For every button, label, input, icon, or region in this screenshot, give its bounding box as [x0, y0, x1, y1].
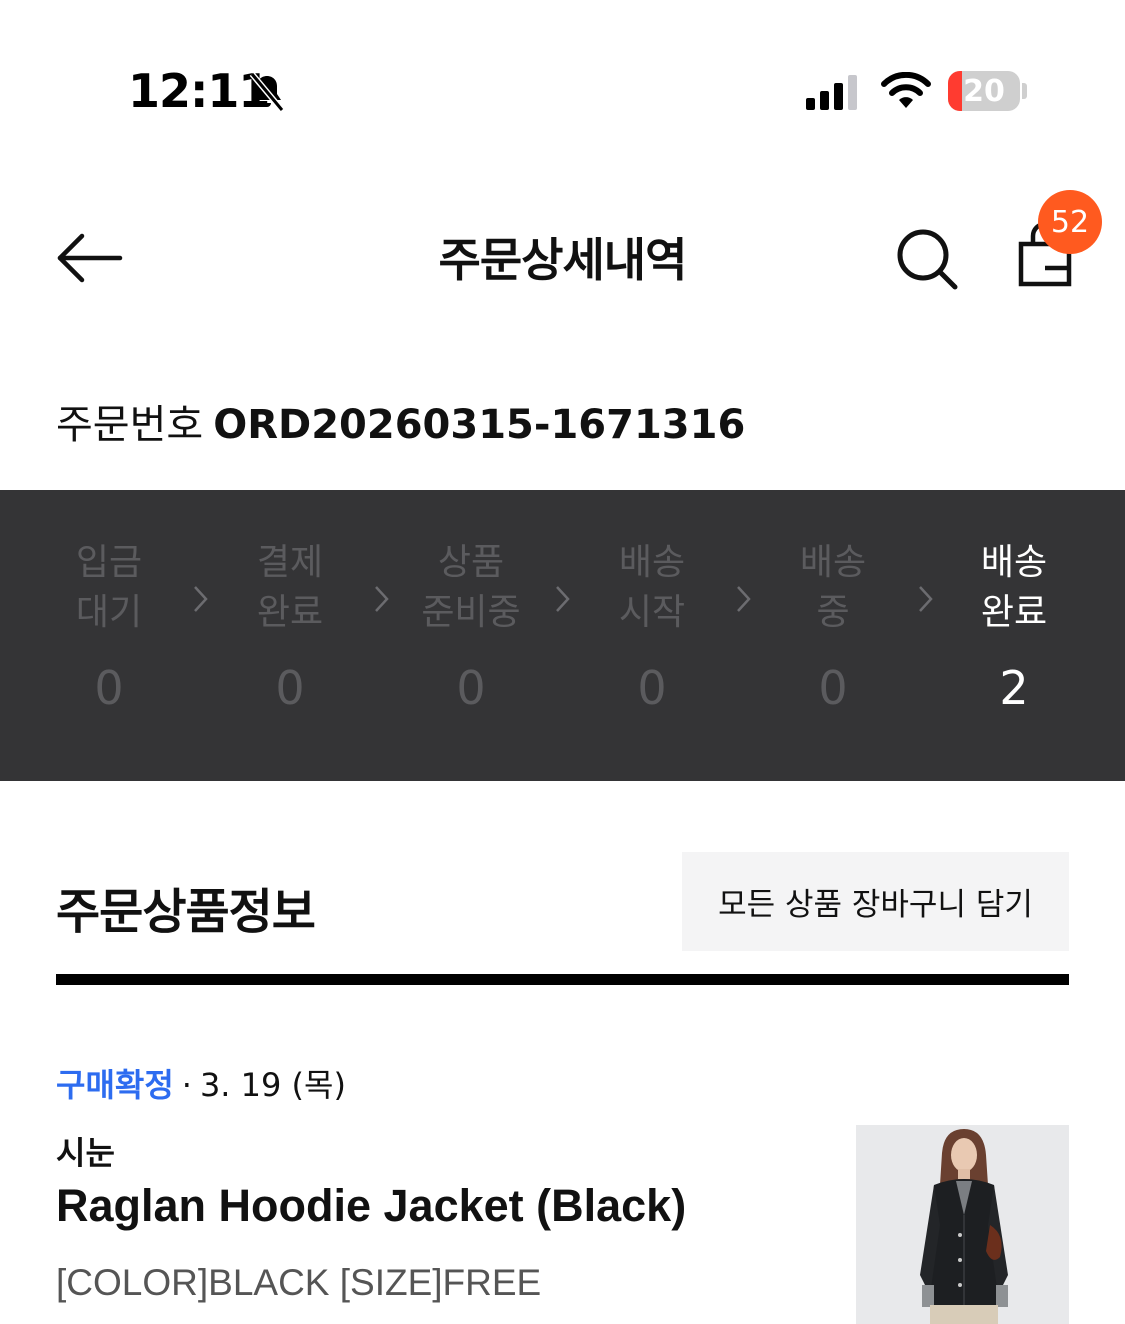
battery-cap — [1022, 83, 1027, 99]
bell-slash-icon — [249, 72, 285, 112]
product-brand[interactable]: 시눈 — [56, 1128, 115, 1174]
order-number-label: 주문번호 — [56, 402, 204, 448]
status-step-shipping-started[interactable]: 배송 시작 0 — [582, 538, 722, 718]
wifi-icon — [881, 72, 931, 108]
step-count: 0 — [818, 661, 848, 715]
step-count: 0 — [456, 661, 486, 715]
status-step-preparing[interactable]: 상품 준비중 0 — [401, 538, 541, 718]
step-count: 0 — [94, 661, 124, 715]
step-label: 배송 시작 — [618, 542, 686, 633]
chevron-right-icon — [375, 586, 389, 612]
step-label: 상품 준비중 — [421, 542, 521, 633]
cart-count-badge: 52 — [1038, 190, 1102, 254]
chevron-right-icon — [737, 586, 751, 612]
product-thumbnail[interactable] — [856, 1125, 1069, 1324]
status-step-delivered[interactable]: 배송 완료 2 — [944, 538, 1084, 718]
step-label: 결제 완료 — [256, 542, 324, 633]
step-count: 2 — [999, 661, 1029, 715]
chevron-right-icon — [919, 586, 933, 612]
status-step-payment-complete[interactable]: 결제 완료 0 — [220, 538, 360, 718]
order-number: 주문번호 ORD20260315-1671316 — [56, 392, 745, 450]
battery-icon: 20 — [948, 71, 1020, 111]
status-step-awaiting-deposit[interactable]: 입금 대기 0 — [39, 538, 179, 718]
step-count: 0 — [637, 661, 667, 715]
chevron-right-icon — [556, 586, 570, 612]
separator-dot: · — [181, 1066, 192, 1104]
step-label: 입금 대기 — [75, 542, 143, 633]
battery-level: 20 — [963, 73, 1005, 109]
cellular-signal-icon — [806, 75, 857, 110]
search-icon[interactable] — [894, 226, 960, 292]
order-detail-screen: 12:11 20 주문상세내역 52 주문번호 ORD20260315-1671… — [0, 0, 1125, 1324]
purchase-date: 3. 19 (목) — [199, 1066, 346, 1104]
status-step-in-transit[interactable]: 배송 중 0 — [763, 538, 903, 718]
product-option: [COLOR]BLACK [SIZE]FREE — [56, 1262, 542, 1303]
step-label: 배송 완료 — [980, 542, 1048, 633]
step-count: 0 — [275, 661, 305, 715]
purchase-status-line: 구매확정 · 3. 19 (목) — [56, 1060, 346, 1106]
add-all-to-cart-button[interactable]: 모든 상품 장바구니 담기 — [682, 852, 1069, 951]
order-number-value: ORD20260315-1671316 — [213, 402, 746, 448]
order-status-tracker: 입금 대기 0 결제 완료 0 상품 준비중 0 배송 시작 0 배송 중 0 … — [0, 490, 1125, 781]
purchase-status: 구매확정 — [56, 1066, 174, 1104]
step-label: 배송 중 — [799, 542, 867, 633]
product-name[interactable]: Raglan Hoodie Jacket (Black) — [56, 1180, 686, 1232]
section-title: 주문상품정보 — [56, 884, 316, 940]
section-divider — [56, 974, 1069, 985]
chevron-right-icon — [194, 586, 208, 612]
